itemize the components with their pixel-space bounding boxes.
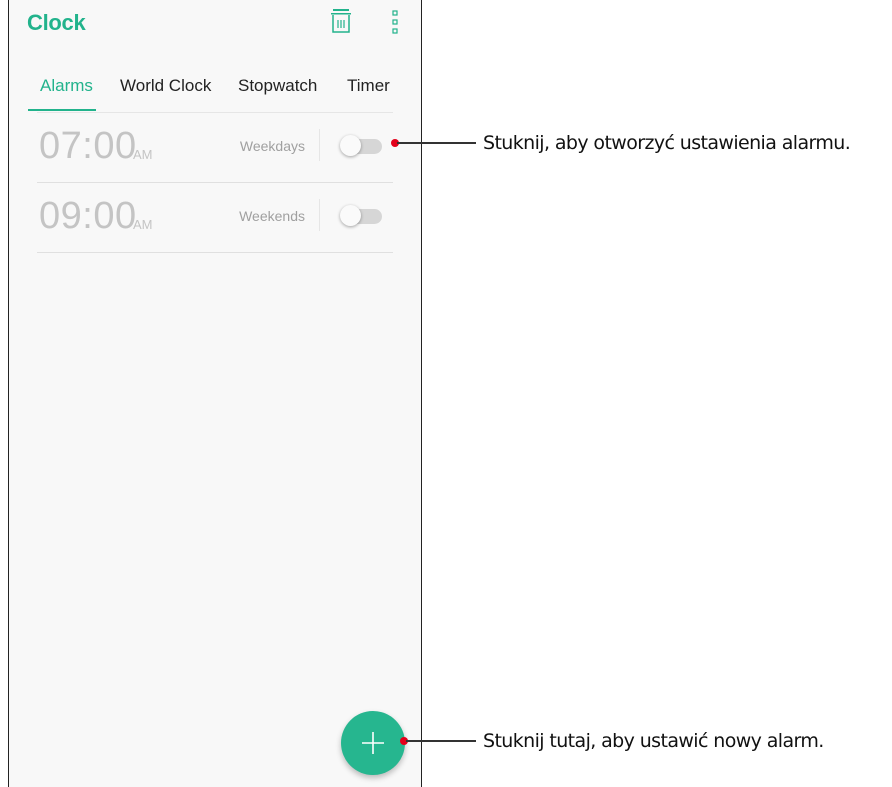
phone-screen: Clock Alarms World Clock Stopwatch Timer… <box>8 0 422 787</box>
tab-stopwatch[interactable]: Stopwatch <box>238 76 317 96</box>
alarm-row[interactable]: 07:00 AM Weekdays <box>37 113 393 183</box>
alarm-repeat: Weekdays <box>239 138 305 154</box>
alarm-ampm: AM <box>133 147 153 162</box>
tab-world-clock[interactable]: World Clock <box>120 76 211 96</box>
alarm-repeat: Weekends <box>239 208 305 224</box>
tab-bar: Alarms World Clock Stopwatch Timer <box>9 72 421 112</box>
tab-alarms[interactable]: Alarms <box>40 76 93 96</box>
tab-timer[interactable]: Timer <box>347 76 390 96</box>
active-tab-indicator <box>28 109 96 111</box>
row-divider <box>37 252 393 253</box>
alarm-toggle[interactable] <box>340 135 382 157</box>
app-title: Clock <box>27 10 86 35</box>
trash-icon[interactable] <box>330 8 352 34</box>
callout-line <box>406 740 476 742</box>
alarm-row[interactable]: 09:00 AM Weekends <box>37 183 393 253</box>
more-vertical-icon[interactable] <box>392 10 400 34</box>
alarm-ampm: AM <box>133 217 153 232</box>
alarm-time: 09:00 <box>39 195 137 237</box>
toggle-knob <box>340 135 361 156</box>
callout-new-alarm: Stuknij tutaj, aby ustawić nowy alarm. <box>483 730 824 752</box>
callout-alarm-settings: Stuknij, aby otworzyć ustawienia alarmu. <box>483 132 851 154</box>
alarm-toggle[interactable] <box>340 205 382 227</box>
divider <box>319 199 320 231</box>
alarm-time: 07:00 <box>39 125 137 167</box>
callout-line <box>397 142 476 144</box>
divider <box>319 129 320 161</box>
add-alarm-button[interactable] <box>341 711 405 775</box>
plus-icon <box>362 732 384 754</box>
toggle-knob <box>340 205 361 226</box>
